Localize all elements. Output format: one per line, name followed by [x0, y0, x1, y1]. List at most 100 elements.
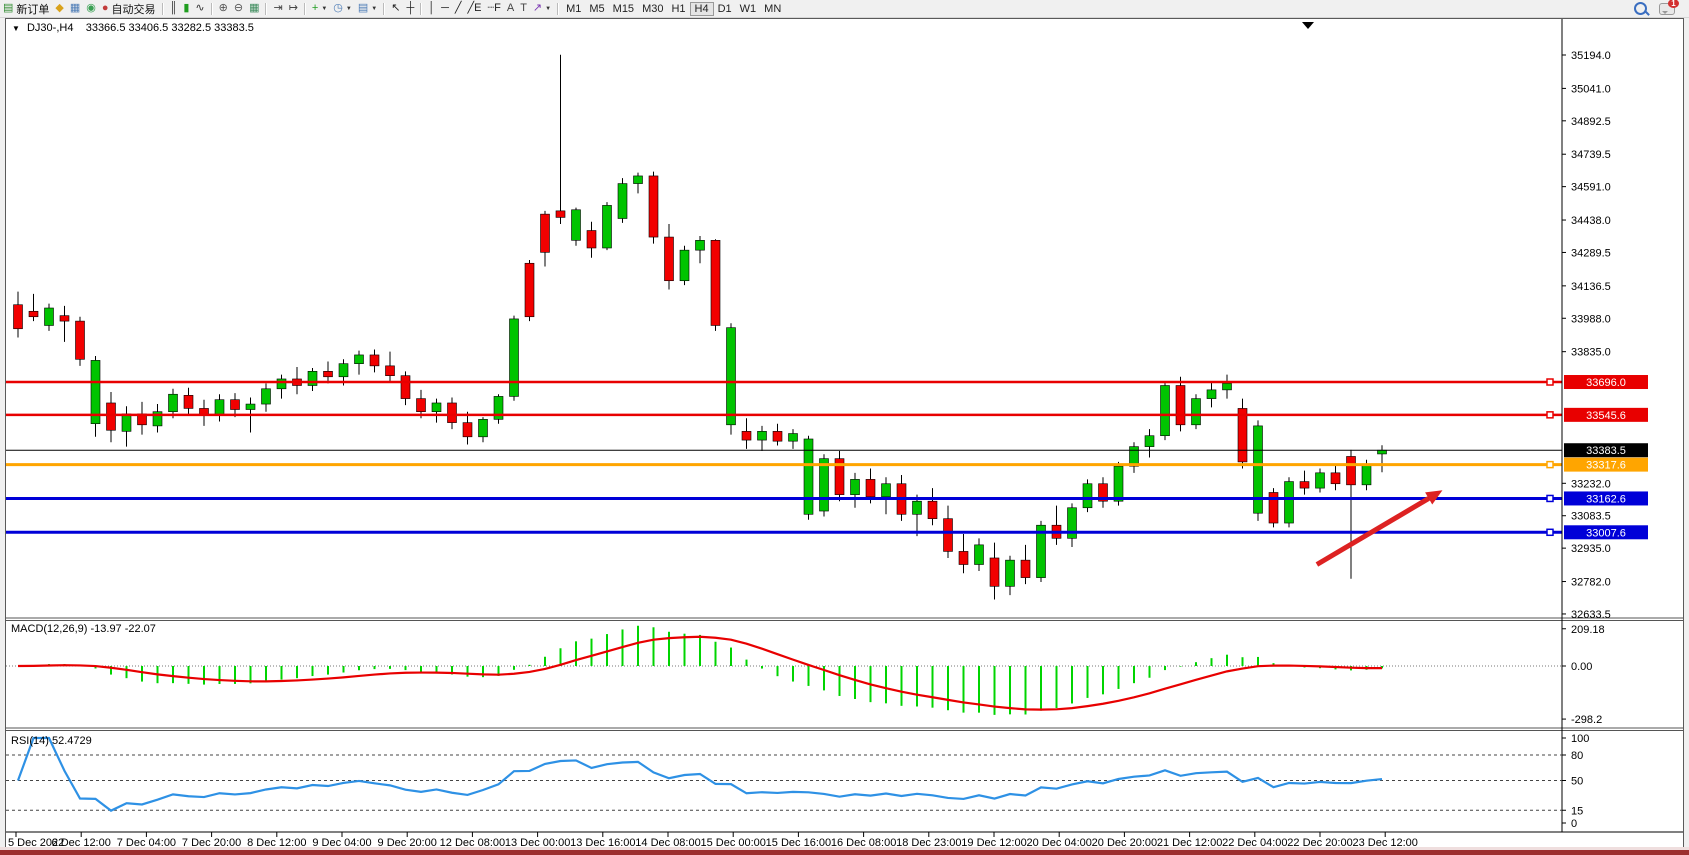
- macd-tick-label: 0.00: [1571, 661, 1592, 673]
- crosshair-button[interactable]: ┼: [403, 1, 417, 16]
- candle: [1037, 521, 1046, 582]
- timeframe-m1-button[interactable]: M1: [562, 2, 585, 16]
- chart-canvas[interactable]: 35194.035041.034892.534739.534591.034438…: [6, 19, 1683, 849]
- hline-tool-button[interactable]: ─: [438, 1, 452, 16]
- zoom-in-icon: ⊕: [219, 2, 228, 15]
- candle-body: [386, 366, 395, 376]
- candle-body: [1083, 484, 1092, 508]
- chart-shift-marker[interactable]: [1302, 22, 1314, 29]
- fibonacci-tool-button[interactable]: ┈F: [485, 1, 504, 16]
- price-tick-label: 35194.0: [1571, 50, 1611, 62]
- trend-arrow-annotation[interactable]: [1317, 490, 1443, 564]
- price-tick-label: 34289.5: [1571, 247, 1611, 259]
- timeframe-m30-button[interactable]: M30: [638, 2, 667, 16]
- notifications-icon[interactable]: 1: [1659, 3, 1675, 15]
- text-tool-button[interactable]: A: [504, 1, 517, 16]
- chevron-down-icon[interactable]: ▼: [321, 6, 327, 12]
- candle: [1176, 377, 1185, 432]
- candle-body: [1021, 560, 1030, 577]
- candle: [1021, 545, 1030, 584]
- candle-body: [355, 355, 364, 364]
- rsi-tick-label: 100: [1571, 733, 1589, 745]
- tile-windows-button[interactable]: ▦: [246, 1, 262, 16]
- timeframe-w1-button[interactable]: W1: [736, 2, 761, 16]
- timeframe-m15-button[interactable]: M15: [609, 2, 638, 16]
- tile-windows-icon: ▦: [249, 2, 259, 15]
- template-icon: ▤: [358, 2, 368, 15]
- line-chart-button[interactable]: ∿: [192, 1, 207, 16]
- collapse-triangle-icon[interactable]: ▼: [12, 24, 20, 33]
- level-endpoint-marker[interactable]: [1547, 462, 1553, 468]
- cursor-button[interactable]: ↖: [388, 1, 403, 16]
- navigator-icon: ◉: [86, 2, 96, 15]
- market-watch-button[interactable]: ◆: [52, 1, 66, 16]
- candle: [1285, 477, 1294, 527]
- shift-end-button[interactable]: ⇥: [270, 1, 285, 16]
- autotrade-button[interactable]: ●自动交易: [99, 1, 159, 16]
- level-endpoint-marker[interactable]: [1547, 495, 1553, 501]
- candle: [1316, 468, 1325, 492]
- timeframe-h4-button[interactable]: H4: [690, 2, 714, 16]
- candle: [1192, 394, 1201, 429]
- auto-scroll-button[interactable]: ↦: [286, 1, 301, 16]
- candle-body: [479, 419, 488, 436]
- chevron-down-icon[interactable]: ▼: [545, 6, 551, 12]
- candle-body: [603, 205, 612, 248]
- zoom-out-button[interactable]: ⊖: [231, 1, 246, 16]
- timeframe-d1-button[interactable]: D1: [714, 2, 736, 16]
- chevron-down-icon[interactable]: ▼: [346, 6, 352, 12]
- macd-tick-label: -298.2: [1571, 714, 1602, 726]
- price-badge-value: 33007.6: [1586, 527, 1626, 539]
- price-tick-label: 34591.0: [1571, 182, 1611, 194]
- candle-body: [1207, 390, 1216, 399]
- vline-tool-button[interactable]: │: [425, 1, 438, 16]
- timeframe-h1-button[interactable]: H1: [667, 2, 689, 16]
- label-tool-button[interactable]: T: [517, 1, 530, 16]
- zoom-in-button[interactable]: ⊕: [216, 1, 231, 16]
- autotrade-icon: ●: [102, 2, 109, 15]
- toolbar-right: 1: [1634, 2, 1689, 15]
- candle: [324, 361, 333, 383]
- price-tick-label: 34739.5: [1571, 149, 1611, 161]
- periods-button[interactable]: ◷▼: [330, 1, 355, 16]
- candle: [1347, 450, 1356, 579]
- level-endpoint-marker[interactable]: [1547, 412, 1553, 418]
- price-tick-label: 33988.0: [1571, 313, 1611, 325]
- level-endpoint-marker[interactable]: [1547, 529, 1553, 535]
- level-endpoint-marker[interactable]: [1547, 379, 1553, 385]
- auto-scroll-icon: ↦: [289, 2, 298, 15]
- search-icon[interactable]: [1634, 2, 1647, 15]
- timeframe-m5-button[interactable]: M5: [585, 2, 608, 16]
- price-tick-label: 32782.0: [1571, 577, 1611, 589]
- candle: [525, 260, 534, 321]
- candle: [76, 317, 85, 366]
- candle-body: [107, 403, 116, 430]
- data-window-button[interactable]: ▦: [67, 1, 83, 16]
- candle-body: [928, 501, 937, 518]
- arrows-tool-button[interactable]: ↗▼: [530, 1, 554, 16]
- candle: [107, 392, 116, 442]
- shift-end-icon: ⇥: [273, 2, 282, 15]
- trendline-tool-button[interactable]: ╱: [452, 1, 465, 16]
- candle: [308, 368, 317, 391]
- line-chart-icon: ∿: [195, 2, 204, 15]
- candle-body: [1362, 464, 1371, 485]
- candle-body: [820, 459, 829, 511]
- candlestick-icon: ▮: [183, 2, 189, 15]
- candle: [556, 55, 565, 224]
- bar-chart-button[interactable]: ║: [167, 1, 181, 16]
- add-indicator-button[interactable]: +▼: [309, 1, 330, 16]
- channel-tool-button[interactable]: ╱E: [465, 1, 485, 16]
- candle: [432, 399, 441, 423]
- candlestick-button[interactable]: ▮: [180, 1, 192, 16]
- new-order-button[interactable]: ▤新订单: [0, 1, 52, 16]
- price-tick-label: 34136.5: [1571, 281, 1611, 293]
- candle-body: [1145, 436, 1154, 447]
- cursor-icon: ↖: [391, 2, 400, 15]
- chevron-down-icon[interactable]: ▼: [371, 6, 377, 12]
- templates-button[interactable]: ▤▼: [355, 1, 380, 16]
- timeframe-mn-button[interactable]: MN: [760, 2, 785, 16]
- candle: [184, 388, 193, 415]
- navigator-button[interactable]: ◉: [83, 1, 99, 16]
- candle: [1300, 471, 1309, 495]
